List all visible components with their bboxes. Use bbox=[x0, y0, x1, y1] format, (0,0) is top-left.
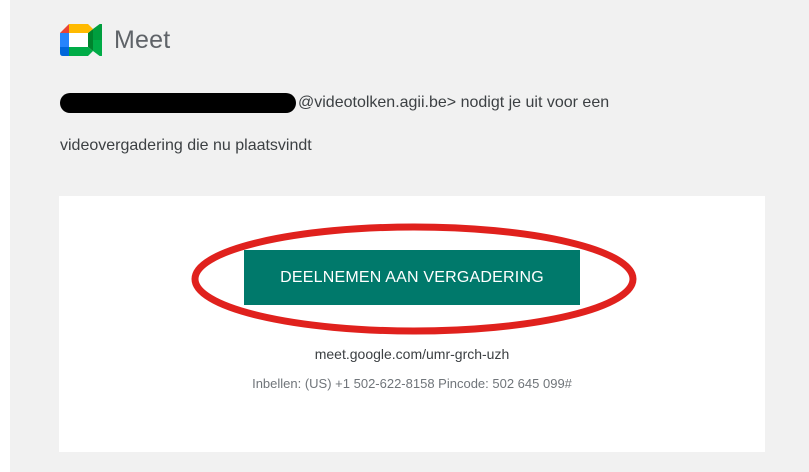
join-card: DEELNEMEN AAN VERGADERING meet.google.co… bbox=[59, 196, 765, 452]
redacted-sender bbox=[60, 93, 296, 113]
invite-text-line2: videovergadering die nu plaatsvindt bbox=[60, 137, 312, 154]
email-frame: Meet @videotolken.agii.be> nodigt je uit… bbox=[10, 0, 809, 472]
join-meeting-button[interactable]: DEELNEMEN AAN VERGADERING bbox=[244, 250, 580, 305]
invite-text-line1: @videotolken.agii.be> nodigt je uit voor… bbox=[60, 93, 609, 113]
header: Meet bbox=[60, 20, 170, 60]
sender-suffix-text: @videotolken.agii.be> nodigt je uit voor… bbox=[298, 94, 610, 111]
app-name: Meet bbox=[114, 25, 171, 54]
dial-in-info: Inbellen: (US) +1 502-622-8158 Pincode: … bbox=[252, 376, 572, 391]
google-meet-logo-icon bbox=[60, 24, 102, 56]
meet-link[interactable]: meet.google.com/umr-grch-uzh bbox=[59, 346, 765, 362]
